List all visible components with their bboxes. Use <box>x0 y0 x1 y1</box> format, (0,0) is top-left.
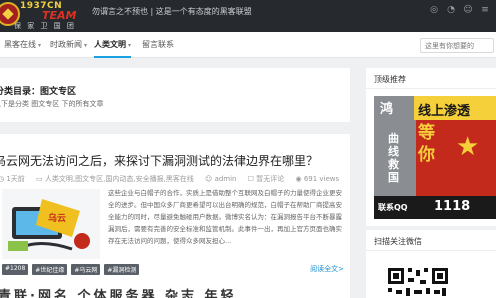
nav-item-politics[interactable]: 时政新闻 ▾ <box>50 32 87 58</box>
sidebar-title: 扫描关注微信 <box>374 237 422 246</box>
next-post-title[interactable]: 青联·网名 个体服务器 杂志 年轻 <box>0 285 237 298</box>
wooyun-illustration-icon: 乌云 <box>2 189 100 259</box>
site-logo[interactable]: 1937CN TEAM 保 家 卫 国 团 队 <box>0 0 86 32</box>
star-icon: ★ <box>456 132 480 162</box>
menu-icon[interactable]: ≡ <box>480 5 490 15</box>
post-meta: 1天前 人类文明,图文专区,国内动态,安全播报,黑客在线 admin 暂无评论 … <box>0 174 348 184</box>
nav-item-label: 时政新闻 <box>50 40 82 49</box>
post-thumbnail[interactable]: 乌云 <box>2 189 100 259</box>
ad-top-text: 线上渗透 <box>418 104 471 119</box>
ad-banner[interactable]: 鸿 曲线救国 线上渗透 等你 ★ 联系QQ 1118 <box>374 96 496 219</box>
post-tags: #1208 #世纪佳缘 #乌云网 #漏洞检测 <box>2 264 140 275</box>
divider <box>366 88 496 89</box>
tag-item[interactable]: #世纪佳缘 <box>32 264 68 275</box>
read-more-link[interactable]: 阅读全文> <box>310 264 344 274</box>
nav-item-civilization[interactable]: 人类文明 ▾ <box>94 32 132 58</box>
nav-item-hacker-online[interactable]: 黑客在线 ▾ <box>4 32 41 58</box>
post-excerpt: 这些企业与白帽子的合作，实质上是借助整个互联网及白帽子的力量使得企业更安全的进步… <box>108 189 342 245</box>
top-bar: 1937CN TEAM 保 家 卫 国 团 队 勿谓言之不预也 | 这是一个有态… <box>0 0 496 32</box>
category-header: 分类目录：图文专区 以下是分类 图文专区 下的所有文章 <box>0 68 350 122</box>
post-card: 乌云网无法访问之后，来探讨下漏洞测试的法律边界在哪里？ 1天前 人类文明,图文专… <box>0 134 350 298</box>
chevron-down-icon: ▾ <box>128 42 132 49</box>
qr-code-icon <box>386 266 450 298</box>
nav-item-label: 黑客在线 <box>4 40 36 49</box>
main-nav: 黑客在线 ▾ 时政新闻 ▾ 人类文明 ▾ 留言联系 <box>0 32 496 58</box>
ad-left-top: 鸿 <box>380 102 394 117</box>
weibo-icon[interactable]: ◎ <box>429 5 439 15</box>
chevron-down-icon: ▾ <box>84 42 88 49</box>
post-title-link[interactable]: 乌云网无法访问之后，来探讨下漏洞测试的法律边界在哪里？ <box>0 152 318 169</box>
category-description: 以下是分类 图文专区 下的所有文章 <box>0 100 104 108</box>
chevron-down-icon: ▾ <box>38 42 42 49</box>
site-slogan: 勿谓言之不预也 | 这是一个有态度的黑客联盟 <box>92 7 252 16</box>
post-views: 691 views <box>295 175 339 183</box>
post-date: 1天前 <box>0 175 25 183</box>
nav-item-label: 人类文明 <box>94 40 126 49</box>
ad-red-text: 等你 <box>418 123 435 165</box>
category-title: 分类目录：图文专区 <box>0 87 77 97</box>
ad-left-vertical: 曲线救国 <box>388 132 399 184</box>
search-input[interactable] <box>420 38 494 53</box>
ad-qq-label: 联系QQ <box>378 203 408 212</box>
ad-qq-number: 1118 <box>434 199 471 214</box>
logo-line3: 保 家 卫 国 团 队 <box>14 22 76 30</box>
qq-icon[interactable]: ◔ <box>446 5 456 15</box>
tag-item[interactable]: #乌云网 <box>71 264 101 275</box>
sidebar-recommend: 顶级推荐 鸿 曲线救国 线上渗透 等你 ★ 联系QQ 1118 <box>366 68 496 226</box>
post-author[interactable]: admin <box>205 175 236 183</box>
nav-item-contact[interactable]: 留言联系 <box>142 32 174 58</box>
tag-item[interactable]: #漏洞检测 <box>104 264 140 275</box>
svg-text:乌云: 乌云 <box>48 212 66 224</box>
post-categories[interactable]: 人类文明,图文专区,国内动态,安全播报,黑客在线 <box>36 175 194 183</box>
post-comments[interactable]: 暂无评论 <box>248 175 285 183</box>
divider <box>366 250 496 251</box>
social-icons: ◎ ◔ ☺ ≡ <box>429 5 490 15</box>
user-icon[interactable]: ☺ <box>463 5 473 15</box>
sidebar-follow: 扫描关注微信 <box>366 230 496 298</box>
tag-item[interactable]: #1208 <box>2 264 29 275</box>
nav-item-label: 留言联系 <box>142 40 174 49</box>
sidebar-title: 顶级推荐 <box>374 75 406 84</box>
